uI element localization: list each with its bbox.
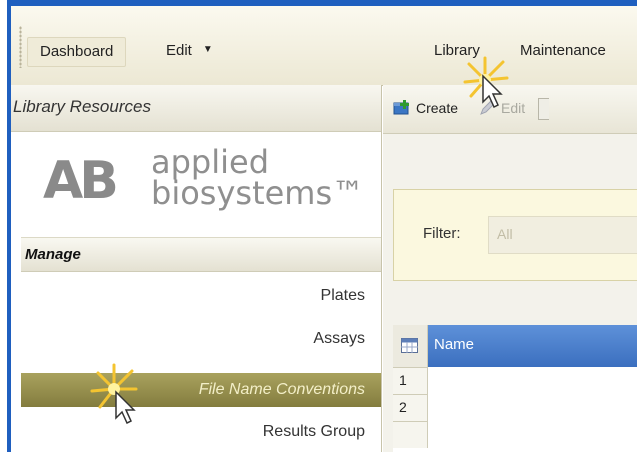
nav-item-label: Assays <box>313 330 365 347</box>
manage-label: Manage <box>25 246 81 263</box>
nav-item-label: File Name Conventions <box>198 381 365 398</box>
column-header-label: Name <box>434 336 475 353</box>
filter-dropdown[interactable]: All <box>488 216 637 254</box>
results-table: Name 1 2 <box>393 325 637 452</box>
filter-value: All <box>497 226 513 242</box>
mouse-pointer-icon <box>482 74 503 109</box>
menu-maintenance[interactable]: Maintenance <box>520 42 606 59</box>
row-number: 1 <box>399 372 407 388</box>
main-content: Create Edit Filter: All Name 1 2 <box>383 85 637 452</box>
create-label: Create <box>416 100 459 116</box>
menu-edit-label: Edit <box>166 42 192 59</box>
table-row[interactable]: 1 <box>393 367 428 394</box>
toolbar-next-button[interactable] <box>538 98 549 120</box>
nav-item-assays[interactable]: Assays <box>21 322 381 356</box>
caret-down-icon: ▼ <box>202 44 213 55</box>
menu-maintenance-label: Maintenance <box>520 42 606 59</box>
column-header-name[interactable]: Name <box>428 325 637 367</box>
table-header: Name <box>393 325 637 367</box>
create-button[interactable]: Create <box>393 100 458 116</box>
logo-mark: AB <box>43 151 119 211</box>
app-window: Dashboard Edit ▼ Library Maintenance Libr… <box>11 6 637 452</box>
table-row[interactable] <box>393 421 428 448</box>
filter-label: Filter: <box>423 225 461 242</box>
applied-biosystems-logo: AB applied biosystems™ <box>43 145 373 225</box>
table-row[interactable]: 2 <box>393 394 428 421</box>
menu-edit[interactable]: Edit ▼ <box>166 42 213 59</box>
panel-title-bar: Library Resources <box>11 85 381 132</box>
nav-item-label: Results Group <box>262 423 365 440</box>
create-icon <box>393 100 409 115</box>
nav-item-results-group[interactable]: Results Group <box>21 415 381 449</box>
filter-panel: Filter: All <box>393 189 637 281</box>
row-number: 2 <box>399 399 407 415</box>
toolbar-grip[interactable] <box>19 26 22 68</box>
library-resources-panel: Library Resources AB applied biosystems™… <box>11 85 382 452</box>
logo-text-line2: biosystems™ <box>151 174 365 212</box>
nav-item-file-name-conventions[interactable]: File Name Conventions <box>21 373 381 407</box>
manage-section-header: Manage <box>21 237 381 272</box>
select-all-cell[interactable] <box>393 325 428 367</box>
menu-dashboard[interactable]: Dashboard <box>27 37 127 67</box>
menu-dashboard-label: Dashboard <box>40 43 114 60</box>
nav-item-label: Plates <box>320 287 365 304</box>
panel-title: Library Resources <box>13 97 151 116</box>
nav-item-plates[interactable]: Plates <box>21 279 381 313</box>
mouse-pointer-icon <box>115 390 136 425</box>
table-icon <box>401 338 418 353</box>
menu-bar: Dashboard Edit ▼ Library Maintenance <box>11 6 637 86</box>
